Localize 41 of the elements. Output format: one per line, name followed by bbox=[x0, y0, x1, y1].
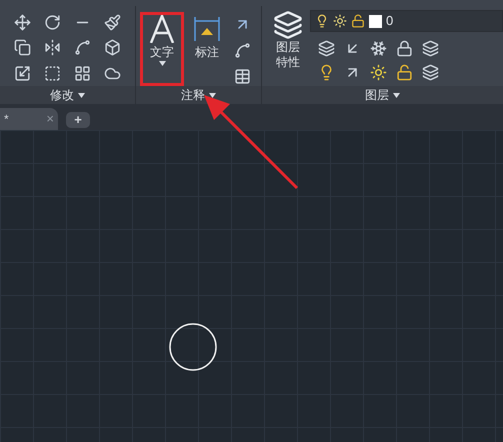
sun-icon[interactable] bbox=[370, 64, 386, 80]
curve-icon[interactable] bbox=[74, 39, 91, 56]
dimension-button[interactable]: 标注 bbox=[188, 12, 226, 86]
unlock-icon bbox=[351, 14, 365, 28]
caret-icon bbox=[78, 92, 85, 98]
sun-icon bbox=[333, 14, 347, 28]
letter-a-icon bbox=[149, 15, 175, 43]
layer-dropdown[interactable]: 0 bbox=[310, 10, 503, 32]
rotate-icon[interactable] bbox=[44, 14, 62, 32]
layers-icon bbox=[273, 10, 303, 40]
dimension-icon bbox=[193, 15, 221, 43]
caret-icon bbox=[393, 92, 400, 98]
scale-icon[interactable] bbox=[14, 64, 32, 82]
layer-icon[interactable] bbox=[318, 40, 334, 56]
mirror-icon[interactable] bbox=[44, 39, 62, 56]
copy-icon[interactable] bbox=[14, 39, 32, 56]
lock-icon[interactable] bbox=[396, 40, 412, 56]
layer-properties-button[interactable]: 图层 特性 bbox=[270, 10, 306, 86]
curve-icon[interactable] bbox=[234, 42, 250, 58]
caret-icon bbox=[158, 61, 166, 66]
cube-icon[interactable] bbox=[104, 39, 121, 56]
caret-icon bbox=[209, 92, 216, 98]
panel-title[interactable]: 图层 bbox=[365, 86, 389, 104]
move-icon[interactable] bbox=[14, 14, 32, 32]
snowflake-icon[interactable] bbox=[370, 40, 386, 56]
square-icon[interactable] bbox=[44, 64, 62, 82]
grid-icon[interactable] bbox=[74, 64, 91, 82]
layer-icon[interactable] bbox=[422, 64, 438, 80]
new-tab-button[interactable]: + bbox=[66, 112, 90, 128]
lightbulb-icon bbox=[315, 14, 329, 28]
text-button[interactable]: 文字 bbox=[140, 12, 184, 86]
layer-name: 0 bbox=[386, 12, 394, 30]
panel-title[interactable]: 修改 bbox=[50, 86, 74, 104]
layer-icon[interactable] bbox=[422, 40, 438, 56]
circle-shape bbox=[168, 322, 218, 372]
unlock-icon[interactable] bbox=[396, 64, 412, 80]
color-swatch bbox=[369, 14, 382, 28]
brush-icon[interactable] bbox=[104, 14, 121, 32]
file-tab[interactable]: * × bbox=[0, 108, 58, 130]
table-icon[interactable] bbox=[234, 68, 250, 84]
panel-title[interactable]: 注释 bbox=[181, 86, 205, 104]
